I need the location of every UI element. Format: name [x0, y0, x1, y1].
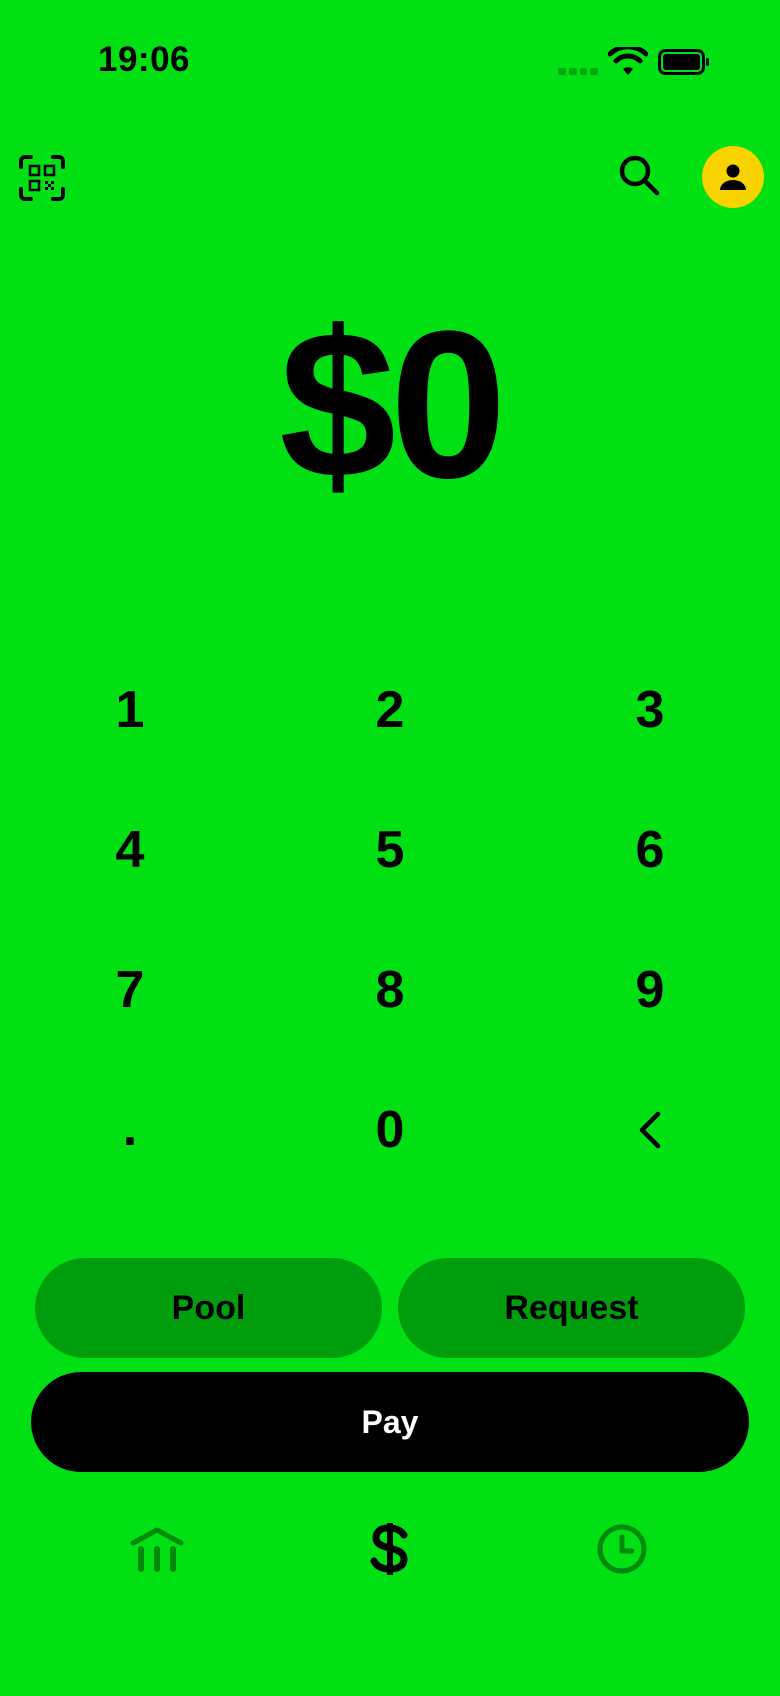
key-3[interactable]: 3	[520, 640, 780, 780]
nav-banking[interactable]	[117, 1518, 197, 1580]
key-9[interactable]: 9	[520, 920, 780, 1060]
dollar-icon	[370, 1523, 408, 1575]
key-5[interactable]: 5	[260, 780, 520, 920]
key-1[interactable]: 1	[0, 640, 260, 780]
search-icon[interactable]	[618, 154, 660, 196]
key-0[interactable]: 0	[260, 1060, 520, 1200]
chevron-left-icon	[639, 1111, 661, 1149]
key-7[interactable]: 7	[0, 920, 260, 1060]
battery-icon	[658, 49, 709, 75]
pay-button[interactable]: Pay	[31, 1372, 749, 1472]
key-2[interactable]: 2	[260, 640, 520, 780]
status-time: 19:06	[98, 40, 191, 79]
clock-icon	[597, 1524, 647, 1574]
key-4[interactable]: 4	[0, 780, 260, 920]
nav-activity[interactable]	[582, 1518, 662, 1580]
request-button[interactable]: Request	[398, 1258, 745, 1358]
numeric-keypad: 1 2 3 4 5 6 7 8 9 . 0	[0, 640, 780, 1200]
key-decimal[interactable]: .	[0, 1060, 260, 1200]
backspace-key[interactable]	[520, 1060, 780, 1200]
amount-display: $0	[279, 287, 507, 522]
nav-pay[interactable]	[350, 1518, 430, 1580]
qr-scan-icon[interactable]	[18, 154, 66, 202]
cellular-signal-icon	[558, 68, 598, 76]
bank-icon	[130, 1527, 184, 1572]
key-6[interactable]: 6	[520, 780, 780, 920]
wifi-icon	[608, 47, 648, 75]
pool-button[interactable]: Pool	[35, 1258, 382, 1358]
key-8[interactable]: 8	[260, 920, 520, 1060]
profile-avatar-button[interactable]	[702, 146, 764, 208]
profile-icon	[720, 164, 746, 190]
